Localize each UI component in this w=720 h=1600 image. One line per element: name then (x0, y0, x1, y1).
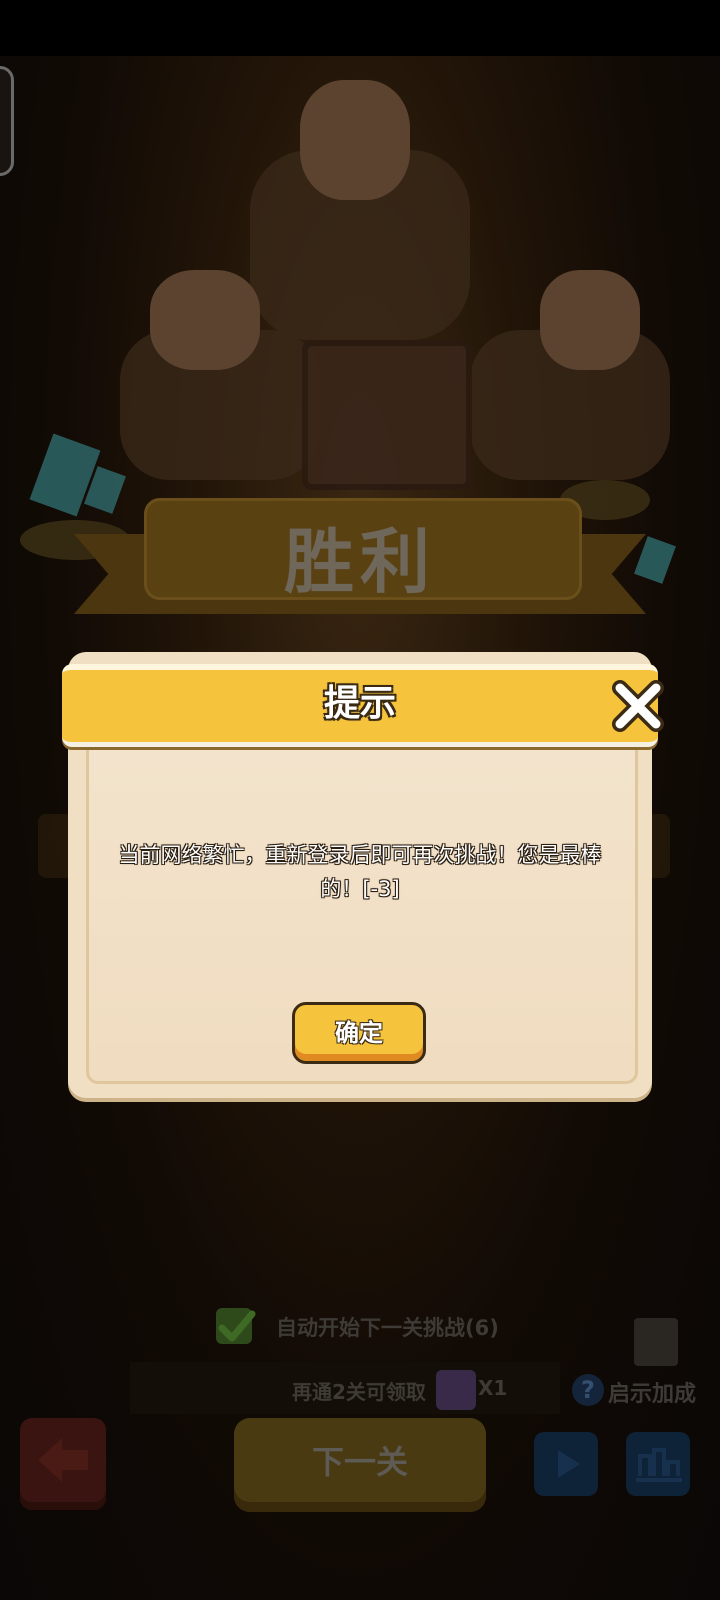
replay-button[interactable] (534, 1432, 598, 1496)
status-bar (0, 0, 720, 56)
leaderboard-button[interactable] (626, 1432, 690, 1496)
promo-text: 再通2关可领取 (292, 1380, 426, 1404)
play-icon (558, 1450, 580, 1478)
close-icon (612, 680, 664, 732)
dialog-header: 提示 (62, 664, 658, 747)
chart-icon (636, 1448, 682, 1482)
victory-title: 胜利 (284, 521, 436, 603)
victory-banner: 胜利 (74, 498, 646, 616)
hero-center-head (300, 80, 410, 200)
promo-count: X1 (478, 1376, 508, 1400)
back-button[interactable] (20, 1418, 106, 1510)
auto-next-checkbox[interactable] (216, 1308, 256, 1344)
dialog-title: 提示 (323, 683, 396, 724)
dialog-message: 当前网络繁忙，重新登录后即可再次挑战！您是最棒的！[-3] (118, 843, 602, 901)
check-icon (218, 1310, 256, 1342)
close-button[interactable] (610, 678, 666, 734)
auto-next-label: 自动开始下一关挑战(6) (276, 1316, 499, 1340)
hero-left-head (150, 270, 260, 370)
arrow-left-icon (38, 1438, 88, 1482)
next-level-button[interactable]: 下一关 (234, 1418, 486, 1512)
reward-card-icon (436, 1370, 476, 1410)
question-icon[interactable]: ? (572, 1374, 604, 1406)
note-icon[interactable] (634, 1318, 678, 1366)
hint-bonus-label[interactable]: 启示加成 (608, 1376, 696, 1408)
confirm-button[interactable]: 确定 (292, 1002, 426, 1064)
hero-right-head (540, 270, 640, 370)
side-handle (0, 66, 14, 176)
treasure-chest-icon (302, 340, 472, 490)
